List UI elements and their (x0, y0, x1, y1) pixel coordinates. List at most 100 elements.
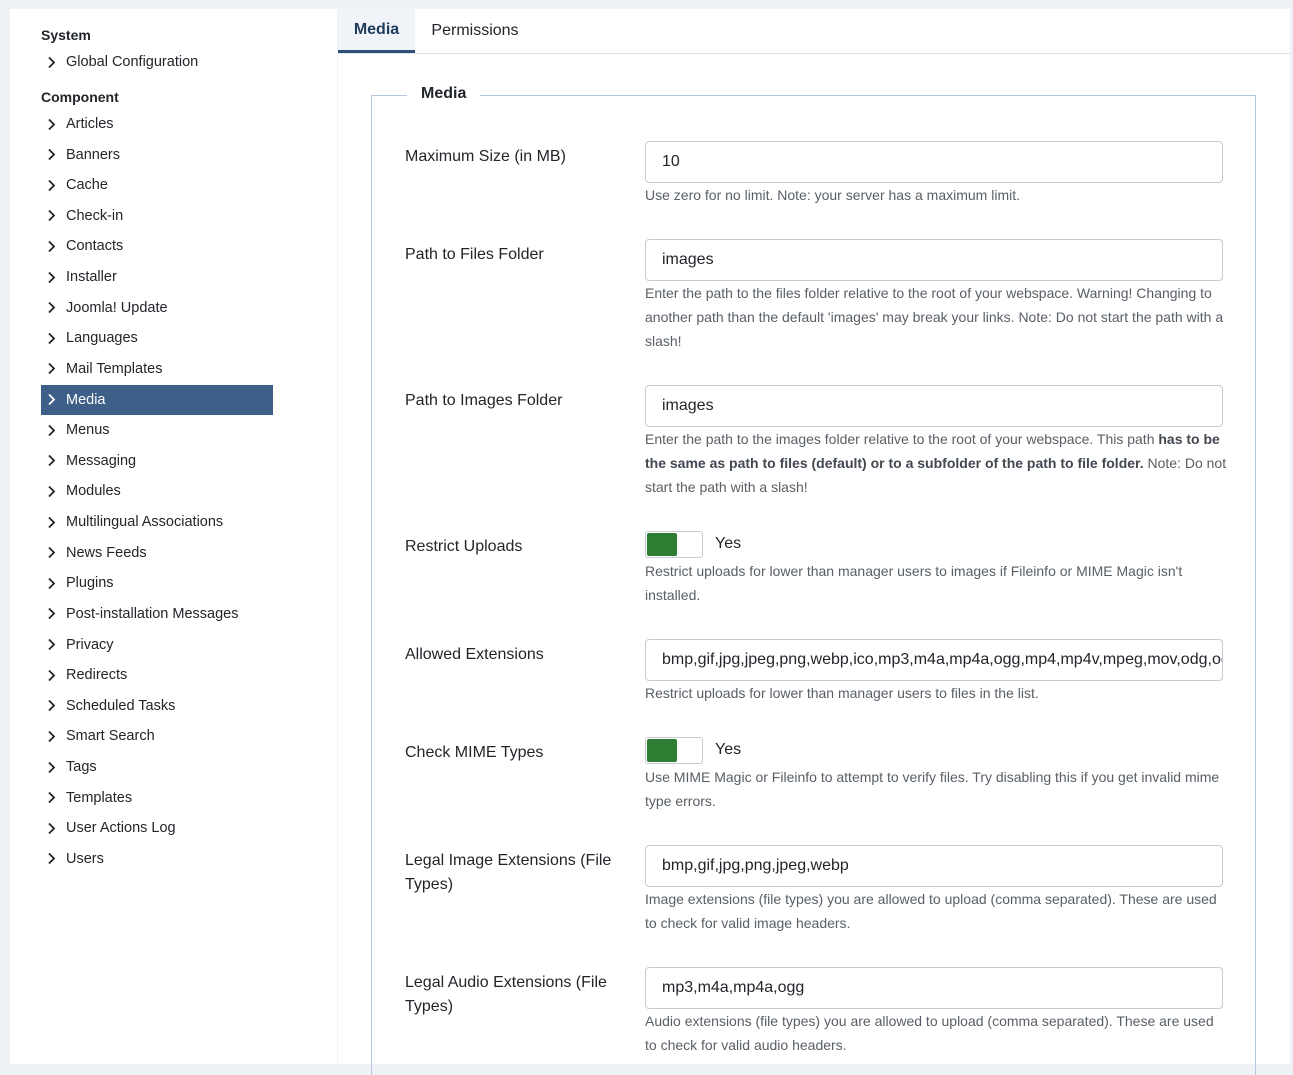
check-mime-help: Use MIME Magic or Fileinfo to attempt to… (645, 769, 1220, 809)
sidebar-item-post-installation-messages[interactable]: Post-installation Messages (41, 599, 273, 629)
image-path-help: Enter the path to the images folder rela… (645, 427, 1227, 499)
sidebar-item-users[interactable]: Users (41, 844, 273, 874)
sidebar-item-label: Global Configuration (66, 54, 199, 70)
sidebar-item-label: User Actions Log (66, 820, 176, 837)
sidebar-item-messaging[interactable]: Messaging (41, 446, 273, 476)
audio-extensions-input[interactable]: mp3,m4a,mp4a,ogg (645, 967, 1223, 1009)
audio-extensions-label: Legal Audio Extensions (File Types) (405, 974, 607, 1015)
chevron-right-icon (45, 791, 58, 804)
sidebar-item-label: Privacy (66, 636, 114, 653)
sidebar-item-label: Users (66, 850, 104, 867)
restrict-uploads-toggle[interactable] (645, 531, 703, 558)
sidebar-item-redirects[interactable]: Redirects (41, 660, 273, 690)
chevron-right-icon (45, 393, 58, 406)
sidebar: System Global Configuration Component Ar… (10, 9, 337, 1064)
sidebar-item-installer[interactable]: Installer (41, 262, 273, 292)
chevron-right-icon (45, 332, 58, 345)
sidebar-item-scheduled-tasks[interactable]: Scheduled Tasks (41, 691, 273, 721)
sidebar-item-joomla-update[interactable]: Joomla! Update (41, 293, 273, 323)
toggle-knob (647, 739, 677, 762)
file-path-label: Path to Files Folder (405, 246, 544, 263)
image-path-input[interactable]: images (645, 385, 1223, 427)
audio-extensions-help: Audio extensions (file types) you are al… (645, 1013, 1214, 1053)
sidebar-item-label: Messaging (66, 452, 137, 469)
chevron-right-icon (45, 638, 58, 651)
sidebar-item-contacts[interactable]: Contacts (41, 231, 273, 261)
sidebar-item-articles[interactable]: Articles (41, 109, 273, 139)
chevron-right-icon (45, 607, 58, 620)
chevron-right-icon (45, 148, 58, 161)
tab-bar: Media Permissions (338, 9, 1290, 54)
allowed-extensions-input[interactable]: bmp,gif,jpg,jpeg,png,webp,ico,mp3,m4a,mp… (645, 639, 1223, 681)
sidebar-heading-component: Component (41, 89, 119, 105)
help-text: Enter the path to the images folder rela… (645, 431, 1159, 447)
chevron-right-icon (45, 179, 58, 192)
chevron-right-icon (45, 669, 58, 682)
sidebar-item-tags[interactable]: Tags (41, 752, 273, 782)
chevron-right-icon (45, 454, 58, 467)
sidebar-item-label: Menus (66, 422, 110, 439)
file-path-input[interactable]: images (645, 239, 1223, 281)
sidebar-item-label: News Feeds (66, 544, 147, 561)
fieldset-legend: Media (407, 85, 481, 103)
max-size-help: Use zero for no limit. Note: your server… (645, 187, 1020, 203)
chevron-right-icon (45, 118, 58, 131)
restrict-uploads-value: Yes (715, 535, 742, 552)
sidebar-item-label: Cache (66, 177, 108, 194)
chevron-right-icon (45, 761, 58, 774)
sidebar-item-languages[interactable]: Languages (41, 323, 273, 353)
chevron-right-icon (45, 424, 58, 437)
file-path-help: Enter the path to the files folder relat… (645, 285, 1224, 349)
restrict-uploads-help: Restrict uploads for lower than manager … (645, 563, 1183, 603)
check-mime-toggle[interactable] (645, 737, 703, 764)
chevron-right-icon (45, 362, 58, 375)
sidebar-item-label: Scheduled Tasks (66, 697, 176, 714)
sidebar-item-banners[interactable]: Banners (41, 140, 273, 170)
tab-permissions[interactable]: Permissions (415, 9, 535, 53)
sidebar-item-mail-templates[interactable]: Mail Templates (41, 354, 273, 384)
chevron-right-icon (45, 577, 58, 590)
sidebar-item-global-configuration[interactable]: Global Configuration (41, 47, 273, 77)
sidebar-heading-system: System (41, 27, 91, 43)
sidebar-item-label: Articles (66, 116, 114, 132)
tab-media[interactable]: Media (338, 9, 415, 53)
chevron-right-icon (45, 271, 58, 284)
sidebar-item-privacy[interactable]: Privacy (41, 630, 273, 660)
chevron-right-icon (45, 301, 58, 314)
chevron-right-icon (45, 699, 58, 712)
sidebar-item-label: Media (66, 391, 106, 408)
sidebar-item-menus[interactable]: Menus (41, 415, 273, 445)
image-extensions-input[interactable]: bmp,gif,jpg,png,jpeg,webp (645, 845, 1223, 887)
sidebar-item-media[interactable]: Media (41, 384, 273, 415)
chevron-right-icon (45, 546, 58, 559)
sidebar-item-label: Banners (66, 146, 121, 163)
sidebar-item-plugins[interactable]: Plugins (41, 568, 273, 598)
sidebar-item-label: Mail Templates (66, 360, 163, 377)
sidebar-item-smart-search[interactable]: Smart Search (41, 721, 273, 751)
sidebar-item-label: Plugins (66, 575, 114, 592)
sidebar-item-label: Redirects (66, 667, 128, 684)
max-size-input[interactable]: 10 (645, 141, 1223, 183)
chevron-right-icon (45, 56, 58, 69)
sidebar-item-modules[interactable]: Modules (41, 476, 273, 506)
chevron-right-icon (45, 485, 58, 498)
chevron-right-icon (45, 209, 58, 222)
sidebar-item-label: Post-installation Messages (66, 605, 239, 622)
sidebar-item-news-feeds[interactable]: News Feeds (41, 538, 273, 568)
chevron-right-icon (45, 822, 58, 835)
sidebar-item-user-actions-log[interactable]: User Actions Log (41, 813, 273, 843)
sidebar-item-check-in[interactable]: Check-in (41, 201, 273, 231)
chevron-right-icon (45, 516, 58, 529)
sidebar-item-multilingual-associations[interactable]: Multilingual Associations (41, 507, 273, 537)
sidebar-item-label: Modules (66, 483, 121, 500)
restrict-uploads-label: Restrict Uploads (405, 538, 523, 555)
chevron-right-icon (45, 730, 58, 743)
sidebar-item-label: Multilingual Associations (66, 514, 224, 531)
main-panel: Media Permissions Media Maximum Size (in… (338, 9, 1290, 1075)
sidebar-item-label: Tags (66, 759, 97, 776)
sidebar-item-cache[interactable]: Cache (41, 170, 273, 200)
sidebar-item-templates[interactable]: Templates (41, 783, 273, 813)
check-mime-label: Check MIME Types (405, 744, 544, 761)
toggle-knob (647, 533, 677, 556)
chevron-right-icon (45, 852, 58, 865)
